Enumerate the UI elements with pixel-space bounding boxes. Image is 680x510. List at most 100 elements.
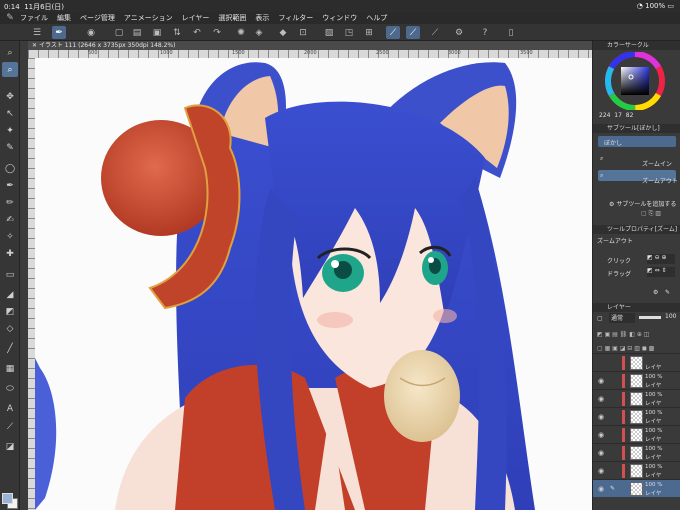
- layer-name: レイヤ: [645, 419, 662, 425]
- layer-opacity: 100 %: [645, 428, 663, 434]
- menu-animation[interactable]: アニメーション: [124, 13, 173, 23]
- ruler-tool-icon[interactable]: ⟋: [2, 419, 18, 434]
- blend-mode-select[interactable]: 通常: [609, 313, 635, 323]
- app-logo-icon[interactable]: ✎: [0, 12, 20, 24]
- fill-icon[interactable]: ◆: [276, 26, 290, 39]
- menu-file[interactable]: ファイル: [20, 13, 48, 23]
- layer-row[interactable]: ◉ 100 % レイヤ: [593, 407, 680, 425]
- text-tool-icon[interactable]: A: [2, 401, 18, 416]
- hamburger-icon[interactable]: ☰: [30, 26, 44, 39]
- tool-property-more-icon[interactable]: ✎: [665, 289, 670, 296]
- menu-selection[interactable]: 選択範囲: [218, 13, 246, 23]
- clear-outside-icon[interactable]: ◈: [252, 26, 266, 39]
- subtool-group-tab[interactable]: ぼかし: [598, 136, 676, 147]
- layer-row-selected[interactable]: ◉ ✎ 100 % レイヤ: [593, 479, 680, 497]
- snap-ruler-icon[interactable]: ⟋: [386, 26, 400, 39]
- layer-name: レイヤ: [645, 437, 662, 443]
- layer-lock-icon[interactable]: ▢: [597, 315, 603, 322]
- menu-help[interactable]: ヘルプ: [366, 13, 387, 23]
- pencil-tool-icon[interactable]: ✏: [2, 195, 18, 210]
- eye-icon[interactable]: ◉: [598, 395, 604, 403]
- pen-tool-icon[interactable]: ✒: [2, 178, 18, 193]
- layer-opacity: 100 %: [645, 410, 663, 416]
- help-icon[interactable]: ?: [478, 26, 492, 39]
- layer-create-icons[interactable]: ▢ ▦ ▣ ◪ ⊟ ▥ ◼ ▩: [597, 345, 654, 352]
- eye-icon[interactable]: ◉: [598, 413, 604, 421]
- eye-icon[interactable]: ◉: [598, 467, 604, 475]
- subtool-item-zoom-out[interactable]: ⌕ ズームアウト: [598, 170, 678, 185]
- layer-action-icons[interactable]: ◩ ▣ ▤ ⛓ ◧ ⊕ ◫: [597, 331, 649, 338]
- menu-edit[interactable]: 編集: [57, 13, 71, 23]
- undo-icon[interactable]: ↶: [190, 26, 204, 39]
- selection-tool-icon[interactable]: ◯: [2, 161, 18, 176]
- drag-label: ドラッグ: [607, 271, 632, 278]
- clear-icon[interactable]: ✺: [234, 26, 248, 39]
- move-tool-icon[interactable]: ✥: [2, 89, 18, 104]
- pen-mode-icon[interactable]: ✒: [52, 26, 66, 39]
- snap-grid-icon[interactable]: ⟋: [428, 26, 442, 39]
- device-icon[interactable]: ▯: [504, 26, 518, 39]
- gradient-tool-icon[interactable]: ◇: [2, 321, 18, 336]
- frame-tool-icon[interactable]: ▦: [2, 361, 18, 376]
- zoom-tool-icon[interactable]: ⌕: [2, 45, 18, 60]
- menu-page[interactable]: ページ管理: [80, 13, 115, 23]
- menu-window[interactable]: ウィンドウ: [322, 13, 357, 23]
- layer-header: レイヤー: [593, 303, 680, 312]
- menu-view[interactable]: 表示: [255, 13, 269, 23]
- correction-tool-icon[interactable]: ◪: [2, 439, 18, 454]
- layer-row[interactable]: ◉ 100 % レイヤ: [593, 371, 680, 389]
- layer-row[interactable]: ◉ 100 % レイヤ: [593, 425, 680, 443]
- deselect-icon[interactable]: ▧: [322, 26, 336, 39]
- save-icon[interactable]: ▣: [150, 26, 164, 39]
- eye-icon[interactable]: ◉: [598, 449, 604, 457]
- eye-icon[interactable]: ◉: [598, 377, 604, 385]
- tool-property-settings-icon[interactable]: ⚙: [653, 289, 658, 296]
- settings-icon[interactable]: ⚙: [452, 26, 466, 39]
- layer-opacity: 100 %: [645, 482, 663, 488]
- drawing-canvas[interactable]: [35, 58, 592, 510]
- snap-special-ruler-icon[interactable]: ⟋: [406, 26, 420, 39]
- open-folder-icon[interactable]: ▤: [130, 26, 144, 39]
- decoration-tool-icon[interactable]: ✚: [2, 246, 18, 261]
- layer-row[interactable]: ◉ 100 % レイヤ: [593, 443, 680, 461]
- auto-select-tool-icon[interactable]: ✦: [2, 123, 18, 138]
- invert-selection-icon[interactable]: ◳: [342, 26, 356, 39]
- add-subtool-label: サブツールを追加する: [616, 201, 677, 208]
- close-icon[interactable]: ✕: [32, 42, 37, 49]
- eraser-tool-icon[interactable]: ▭: [2, 267, 18, 282]
- subtool-actions[interactable]: ▢ ⎘ ▥: [641, 210, 661, 218]
- eye-icon[interactable]: ◉: [598, 431, 604, 439]
- drag-options[interactable]: ◩ ⇔ ⇕: [647, 267, 675, 277]
- eyedropper-tool-icon[interactable]: ✎: [2, 140, 18, 155]
- pen-icon: ✎: [610, 485, 616, 492]
- color-wheel[interactable]: [603, 52, 667, 110]
- menu-filter[interactable]: フィルター: [278, 13, 313, 23]
- operation-tool-icon[interactable]: ↖: [2, 106, 18, 121]
- click-options[interactable]: ◩ ⊖ ⊕: [647, 254, 675, 264]
- blend-tool-icon[interactable]: ◢: [2, 287, 18, 302]
- eye-icon[interactable]: ◉: [598, 485, 604, 493]
- record-icon[interactable]: ◉: [84, 26, 98, 39]
- transform-icon[interactable]: ⊡: [296, 26, 310, 39]
- new-file-icon[interactable]: ▢: [112, 26, 126, 39]
- zoom-out-tool-icon[interactable]: ⌕: [2, 62, 18, 77]
- main-color-swatch[interactable]: [2, 493, 13, 504]
- brush-tool-icon[interactable]: ✍: [2, 212, 18, 227]
- subtool-item-zoom-in[interactable]: ⌕ ズームイン: [598, 153, 676, 168]
- opacity-slider[interactable]: [639, 316, 661, 319]
- export-icon[interactable]: ⇅: [170, 26, 184, 39]
- fill-tool-icon[interactable]: ◩: [2, 304, 18, 319]
- layer-row[interactable]: ◉ 100 % レイヤ: [593, 461, 680, 479]
- layer-row[interactable]: レイヤ: [593, 353, 680, 371]
- airbrush-tool-icon[interactable]: ✧: [2, 229, 18, 244]
- balloon-tool-icon[interactable]: ⬭: [2, 381, 18, 396]
- layer-row[interactable]: ◉ 100 % レイヤ: [593, 389, 680, 407]
- menu-layer[interactable]: レイヤー: [182, 13, 210, 23]
- redo-icon[interactable]: ↷: [210, 26, 224, 39]
- document-tab[interactable]: ✕ イラスト 111 (2646 x 3735px 350dpi 148.2%): [28, 41, 592, 50]
- add-subtool-button[interactable]: ⚙ サブツールを追加する: [609, 199, 676, 208]
- color-wheel-title: カラーサークル: [607, 42, 649, 49]
- crop-icon[interactable]: ⊞: [362, 26, 376, 39]
- figure-tool-icon[interactable]: ╱: [2, 341, 18, 356]
- value-overlay: [621, 67, 649, 95]
